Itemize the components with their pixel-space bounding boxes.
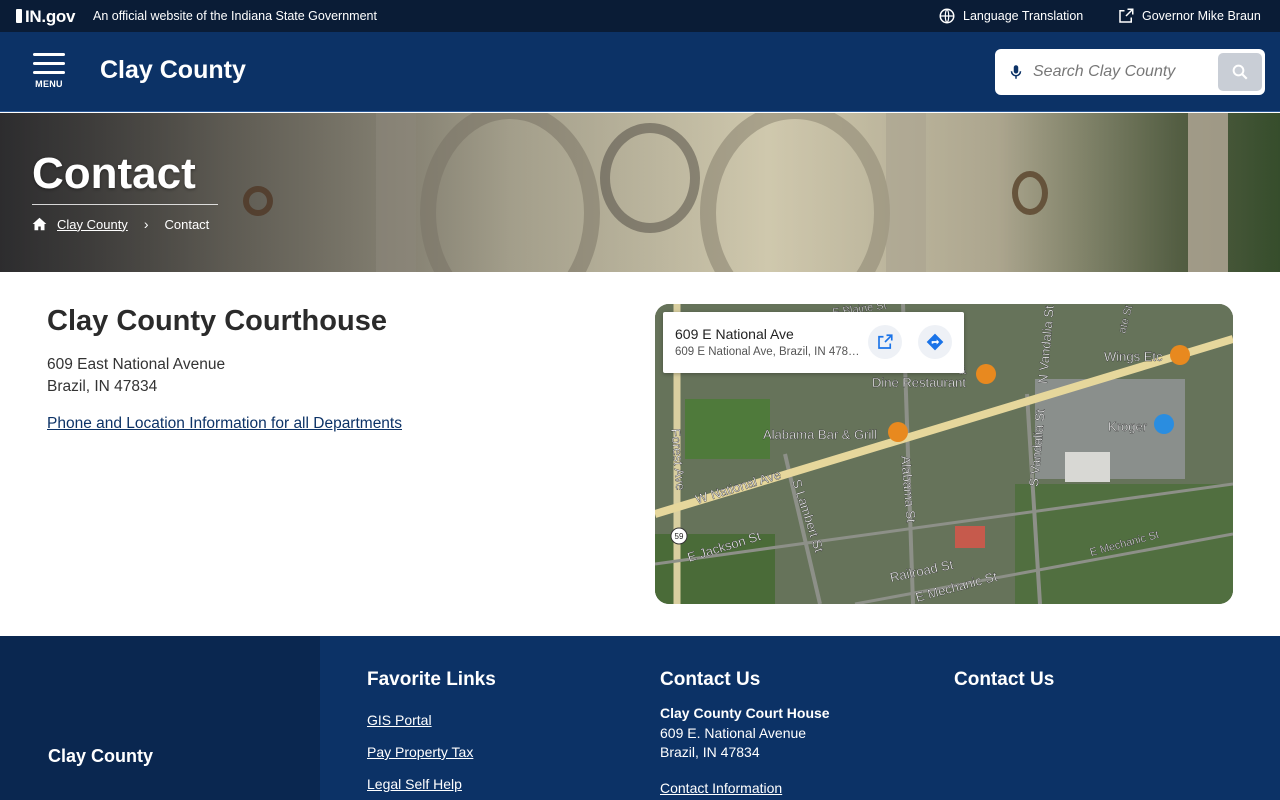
breadcrumb-current: Contact bbox=[164, 216, 210, 232]
search-input[interactable] bbox=[1033, 57, 1203, 87]
menu-button[interactable]: MENU bbox=[31, 53, 67, 93]
open-external-icon bbox=[878, 334, 893, 349]
hero-banner: Contact Clay County › Contact bbox=[0, 113, 1280, 272]
hamburger-bar bbox=[33, 71, 65, 74]
chevron-right-icon: › bbox=[143, 216, 149, 232]
footer-contact-information-link[interactable]: Contact Information bbox=[660, 780, 782, 796]
breadcrumb-home-link[interactable]: Clay County bbox=[57, 217, 128, 232]
globe-icon bbox=[939, 8, 955, 24]
footer-contact-heading-2: Contact Us bbox=[954, 669, 1055, 690]
hamburger-bar bbox=[33, 62, 65, 65]
open-in-maps-button[interactable] bbox=[868, 325, 902, 359]
departments-info-link[interactable]: Phone and Location Information for all D… bbox=[47, 415, 402, 433]
footer-link-pay-property-tax[interactable]: Pay Property Tax bbox=[367, 744, 473, 760]
state-bar: IN.gov An official website of the Indian… bbox=[0, 0, 1280, 32]
footer-favorite-links-heading: Favorite Links bbox=[367, 669, 496, 690]
language-translation-link[interactable]: Language Translation bbox=[938, 7, 1083, 25]
footer-link-gis-portal[interactable]: GIS Portal bbox=[367, 712, 432, 728]
title-divider bbox=[32, 204, 218, 205]
indiana-shape-icon bbox=[16, 9, 22, 23]
map-label-alabama-bar: Alabama Bar & Grill bbox=[763, 427, 877, 442]
address-line-2: Brazil, IN 47834 bbox=[47, 378, 158, 395]
map-label-wings: Wings Etc bbox=[1104, 349, 1163, 364]
search-button[interactable] bbox=[1218, 53, 1262, 91]
map-card-title: 609 E National Ave bbox=[675, 326, 794, 342]
site-title-link[interactable]: Clay County bbox=[100, 56, 246, 85]
route-number: 59 bbox=[675, 532, 684, 541]
search-icon bbox=[1232, 64, 1248, 80]
external-link-icon bbox=[1119, 8, 1134, 23]
map-red-roof bbox=[955, 526, 985, 548]
footer-office-address-1: 609 E. National Avenue bbox=[660, 725, 807, 741]
map-card-subtitle: 609 E National Ave, Brazil, IN 47834 bbox=[675, 346, 860, 358]
footer-contact-heading: Contact Us bbox=[660, 669, 761, 690]
footer-link-legal-self-help[interactable]: Legal Self Help bbox=[367, 776, 462, 792]
site-footer: Clay County Favorite Links GIS Portal Pa… bbox=[0, 636, 1280, 800]
courthouse-heading: Clay County Courthouse bbox=[47, 305, 387, 337]
shopping-cart-marker-icon[interactable] bbox=[1154, 414, 1174, 434]
official-site-tagline: An official website of the Indiana State… bbox=[93, 9, 377, 23]
restaurant-marker-icon[interactable] bbox=[976, 364, 996, 384]
directions-icon bbox=[926, 333, 944, 351]
in-gov-logo[interactable]: IN.gov bbox=[16, 7, 75, 27]
microphone-icon[interactable] bbox=[1007, 63, 1025, 81]
menu-label: MENU bbox=[35, 79, 63, 89]
home-icon[interactable] bbox=[32, 217, 47, 231]
directions-button[interactable] bbox=[918, 325, 952, 359]
language-translation-label: Language Translation bbox=[963, 9, 1084, 23]
governor-label: Governor Mike Braun bbox=[1142, 9, 1261, 23]
footer-office-address-2: Brazil, IN 47834 bbox=[660, 744, 760, 760]
restaurant-marker-icon[interactable] bbox=[1170, 345, 1190, 365]
map-building-roof bbox=[1065, 452, 1110, 482]
site-header: MENU Clay County bbox=[0, 32, 1280, 112]
map-place-card: 609 E National Ave 609 E National Ave, B… bbox=[663, 312, 964, 373]
map-green-field bbox=[685, 399, 770, 459]
footer-brand-panel: Clay County bbox=[0, 636, 320, 800]
map-label-restaurant: Dine Restaurant bbox=[872, 375, 966, 390]
map-label-kroger: Kroger bbox=[1108, 419, 1148, 434]
search-box bbox=[995, 49, 1265, 95]
courthouse-address: 609 East National Avenue Brazil, IN 4783… bbox=[47, 354, 225, 398]
address-line-1: 609 East National Avenue bbox=[47, 356, 226, 373]
page-title: Contact bbox=[32, 149, 196, 198]
footer-office-name: Clay County Court House bbox=[660, 705, 830, 721]
hamburger-icon bbox=[33, 53, 65, 56]
breadcrumb: Clay County › Contact bbox=[32, 216, 209, 232]
governor-link[interactable]: Governor Mike Braun bbox=[1117, 7, 1261, 25]
footer-site-title: Clay County bbox=[48, 746, 154, 766]
bar-marker-icon[interactable] bbox=[888, 422, 908, 442]
